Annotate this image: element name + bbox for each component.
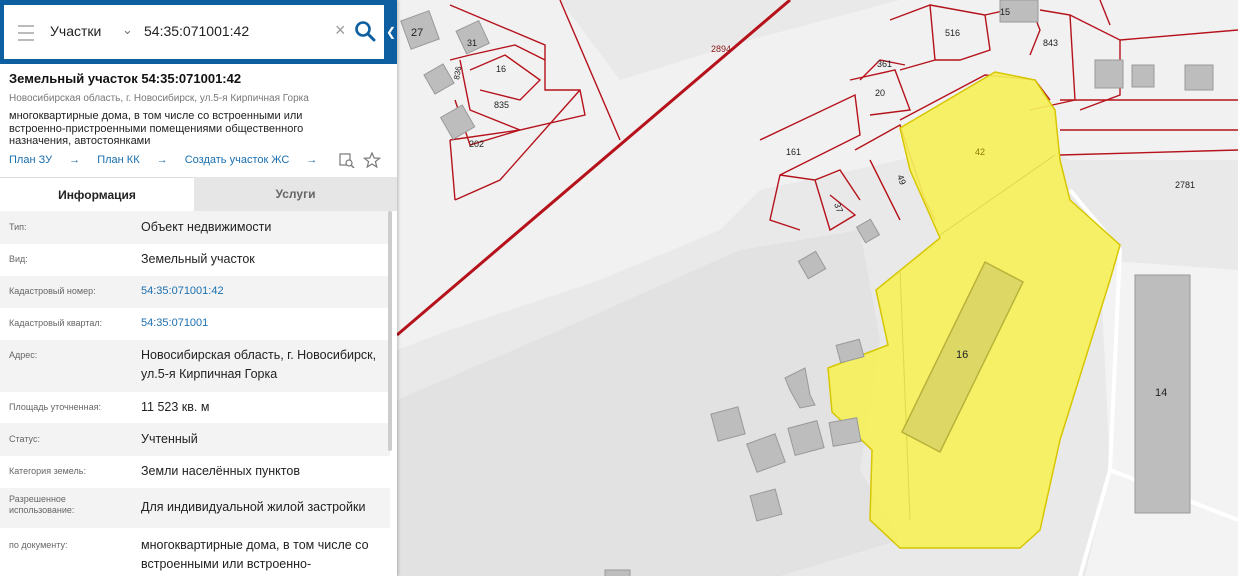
parcel-links: План ЗУ → План КК → Создать участок ЖС →: [9, 154, 331, 166]
star-icon[interactable]: [362, 152, 382, 168]
search-bar: Участки ⌄ 54:35:071001:42 × ❮: [0, 0, 397, 64]
row-value: 11 523 кв. м: [141, 400, 210, 414]
info-row-status: Статус: Учтенный: [0, 423, 390, 456]
row-label: Площадь уточненная:: [9, 402, 101, 412]
info-row-cadastral-number: Кадастровый номер: 54:35:071001:42: [0, 276, 390, 308]
label-16: 16: [956, 349, 968, 361]
cadastral-quarter-link[interactable]: 54:35:071001: [141, 314, 386, 333]
info-row-cadastral-quarter: Кадастровый квартал: 54:35:071001: [0, 308, 390, 340]
label-16a: 16: [496, 64, 506, 74]
row-value: Земельный участок: [141, 252, 255, 266]
row-value: Для индивидуальной жилой застройки: [141, 500, 366, 514]
tab-info[interactable]: Информация: [0, 177, 194, 212]
info-row-kind: Вид: Земельный участок: [0, 244, 390, 276]
parcel-title: Земельный участок 54:35:071001:42: [9, 71, 242, 86]
label-2894: 2894: [711, 44, 731, 54]
label-516: 516: [945, 28, 960, 38]
row-label: Кадастровый квартал:: [9, 318, 103, 328]
label-42: 42: [975, 147, 985, 157]
cadastral-number-link[interactable]: 54:35:071001:42: [141, 282, 386, 301]
search-icon[interactable]: [354, 20, 376, 42]
row-label: Разрешенное использование:: [9, 494, 75, 515]
row-value: Земли населённых пунктов: [141, 464, 300, 478]
label-843: 843: [1043, 38, 1058, 48]
plan-kk-label: План КК: [97, 154, 140, 166]
label-15: 15: [1000, 7, 1010, 17]
menu-icon[interactable]: [18, 25, 34, 41]
row-label: Категория земель:: [9, 466, 86, 476]
info-row-address: Адрес: Новосибирская область, г. Новосиб…: [0, 340, 390, 392]
chevron-down-icon[interactable]: ⌄: [122, 22, 133, 38]
info-row-area: Площадь уточненная: 11 523 кв. м: [0, 392, 390, 423]
plan-zu-label: План ЗУ: [9, 154, 53, 166]
row-value: Новосибирская область, г. Новосибирск, у…: [141, 348, 377, 381]
row-label: по документу:: [9, 540, 68, 550]
plan-kk-link[interactable]: План КК →: [97, 154, 167, 166]
parcel-address: Новосибирская область, г. Новосибирск, у…: [9, 93, 309, 104]
row-label: Адрес:: [9, 350, 38, 360]
collapse-panel-button[interactable]: ❮: [385, 0, 397, 64]
tab-services[interactable]: Услуги: [194, 177, 397, 211]
row-value: Объект недвижимости: [141, 220, 272, 234]
info-row-type: Тип: Объект недвижимости: [0, 211, 390, 244]
row-label: Вид:: [9, 254, 28, 264]
row-value: Учтенный: [141, 432, 198, 446]
scrollbar[interactable]: [388, 211, 392, 451]
create-zhs-label: Создать участок ЖС: [184, 154, 290, 166]
row-label: Статус:: [9, 434, 40, 444]
label-161: 161: [786, 147, 801, 157]
label-14: 14: [1155, 387, 1167, 399]
tabs: Информация Услуги: [0, 177, 397, 212]
search-box: Участки ⌄ 54:35:071001:42 ×: [4, 5, 384, 59]
row-label: Тип:: [9, 222, 27, 232]
row-label: Кадастровый номер:: [9, 286, 96, 296]
label-202: 202: [469, 139, 484, 149]
info-row-permitted-use: Разрешенное использование: Для индивидуа…: [0, 488, 390, 528]
tools: [339, 152, 382, 168]
label-835: 835: [494, 100, 509, 110]
layer-select[interactable]: Участки: [50, 23, 101, 39]
plan-zu-link[interactable]: План ЗУ →: [9, 154, 80, 166]
info-row-land-category: Категория земель: Земли населённых пункт…: [0, 456, 390, 488]
parcel-description: многоквартирные дома, в том числе со вст…: [9, 110, 304, 147]
info-panel: Участки ⌄ 54:35:071001:42 × ❮ Земельный …: [0, 0, 397, 576]
label-20: 20: [875, 88, 885, 98]
zoom-to-icon[interactable]: [339, 153, 355, 168]
label-27: 27: [411, 27, 423, 39]
label-361: 361: [877, 59, 892, 69]
label-2781: 2781: [1175, 180, 1195, 190]
create-zhs-link[interactable]: Создать участок ЖС →: [185, 154, 318, 166]
info-table: Тип: Объект недвижимости Вид: Земельный …: [0, 211, 390, 576]
label-31: 31: [467, 38, 477, 48]
row-value: многоквартирные дома, в том числе со вст…: [141, 538, 369, 571]
info-row-by-document: по документу: многоквартирные дома, в то…: [0, 528, 390, 576]
search-input[interactable]: 54:35:071001:42: [144, 23, 249, 39]
close-icon[interactable]: ×: [335, 20, 346, 41]
